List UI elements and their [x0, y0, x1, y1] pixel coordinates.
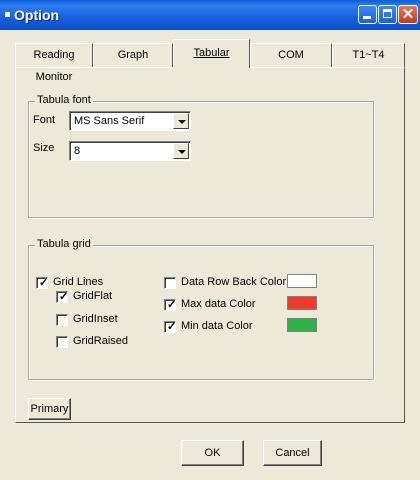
tab-com[interactable]: COM [250, 43, 332, 67]
checkbox-label: GridFlat [73, 290, 113, 302]
size-select-value: 8 [74, 145, 81, 157]
checkbox-box[interactable] [164, 277, 176, 289]
check-icon: ✓ [167, 321, 177, 333]
tab-reading-monitor[interactable]: Reading Monitor [15, 43, 93, 83]
check-icon: ✓ [39, 277, 49, 289]
checkbox-label: Max data Color [181, 298, 256, 310]
font-dropdown-button[interactable] [173, 113, 189, 129]
maximize-icon [383, 9, 392, 18]
ok-button[interactable]: OK [181, 440, 244, 466]
checkbox-box[interactable]: ✓ [164, 321, 176, 333]
checkbox-label: Grid Lines [53, 276, 104, 288]
checkbox-box[interactable]: ✓ [56, 291, 68, 303]
cancel-button[interactable]: Cancel [263, 440, 322, 466]
minimize-icon [363, 16, 371, 19]
tab-tabular[interactable]: Tabular [173, 39, 250, 68]
group-title: Tabula grid [35, 238, 93, 250]
chevron-down-icon [178, 120, 186, 124]
checkbox-label: GridRaised [73, 335, 129, 347]
tab-label: T1~T4 [352, 49, 385, 61]
window-title: Option [14, 7, 60, 23]
check-icon: ✓ [167, 299, 177, 311]
tab-label: Tabular [193, 47, 230, 59]
size-select[interactable]: 8 [69, 141, 191, 161]
title-bar[interactable]: Option ✕ [0, 0, 420, 30]
minimize-button[interactable] [358, 5, 377, 24]
close-icon: ✕ [401, 6, 415, 23]
data-row-back-color-swatch[interactable] [287, 274, 317, 288]
tab-label: Graph [117, 49, 149, 61]
maximize-button[interactable] [378, 5, 397, 24]
checkbox-label: Min data Color [181, 320, 253, 332]
size-dropdown-button[interactable] [173, 143, 189, 159]
font-select-value: MS Sans Serif [74, 115, 145, 127]
checkbox-box[interactable]: ✓ [36, 277, 48, 289]
primary-button[interactable]: Primary [28, 398, 71, 420]
font-label: Font [33, 114, 56, 126]
font-select[interactable]: MS Sans Serif [69, 111, 191, 131]
chevron-down-icon [178, 150, 186, 154]
close-button[interactable]: ✕ [398, 5, 418, 24]
tab-graph[interactable]: Graph [93, 43, 173, 67]
checkbox-box[interactable] [56, 314, 68, 326]
app-icon [5, 12, 10, 17]
tab-t1-t4[interactable]: T1~T4 [332, 43, 405, 67]
size-label: Size [33, 142, 55, 154]
max-data-color-swatch[interactable] [287, 296, 317, 310]
check-icon: ✓ [59, 291, 69, 303]
min-data-color-swatch[interactable] [287, 318, 317, 332]
tab-label: COM [278, 49, 304, 61]
group-title: Tabula font [35, 94, 93, 106]
checkbox-label: GridInset [73, 313, 118, 325]
checkbox-label: Data Row Back Color [181, 276, 287, 288]
checkbox-box[interactable]: ✓ [164, 299, 176, 311]
checkbox-box[interactable] [56, 336, 68, 348]
